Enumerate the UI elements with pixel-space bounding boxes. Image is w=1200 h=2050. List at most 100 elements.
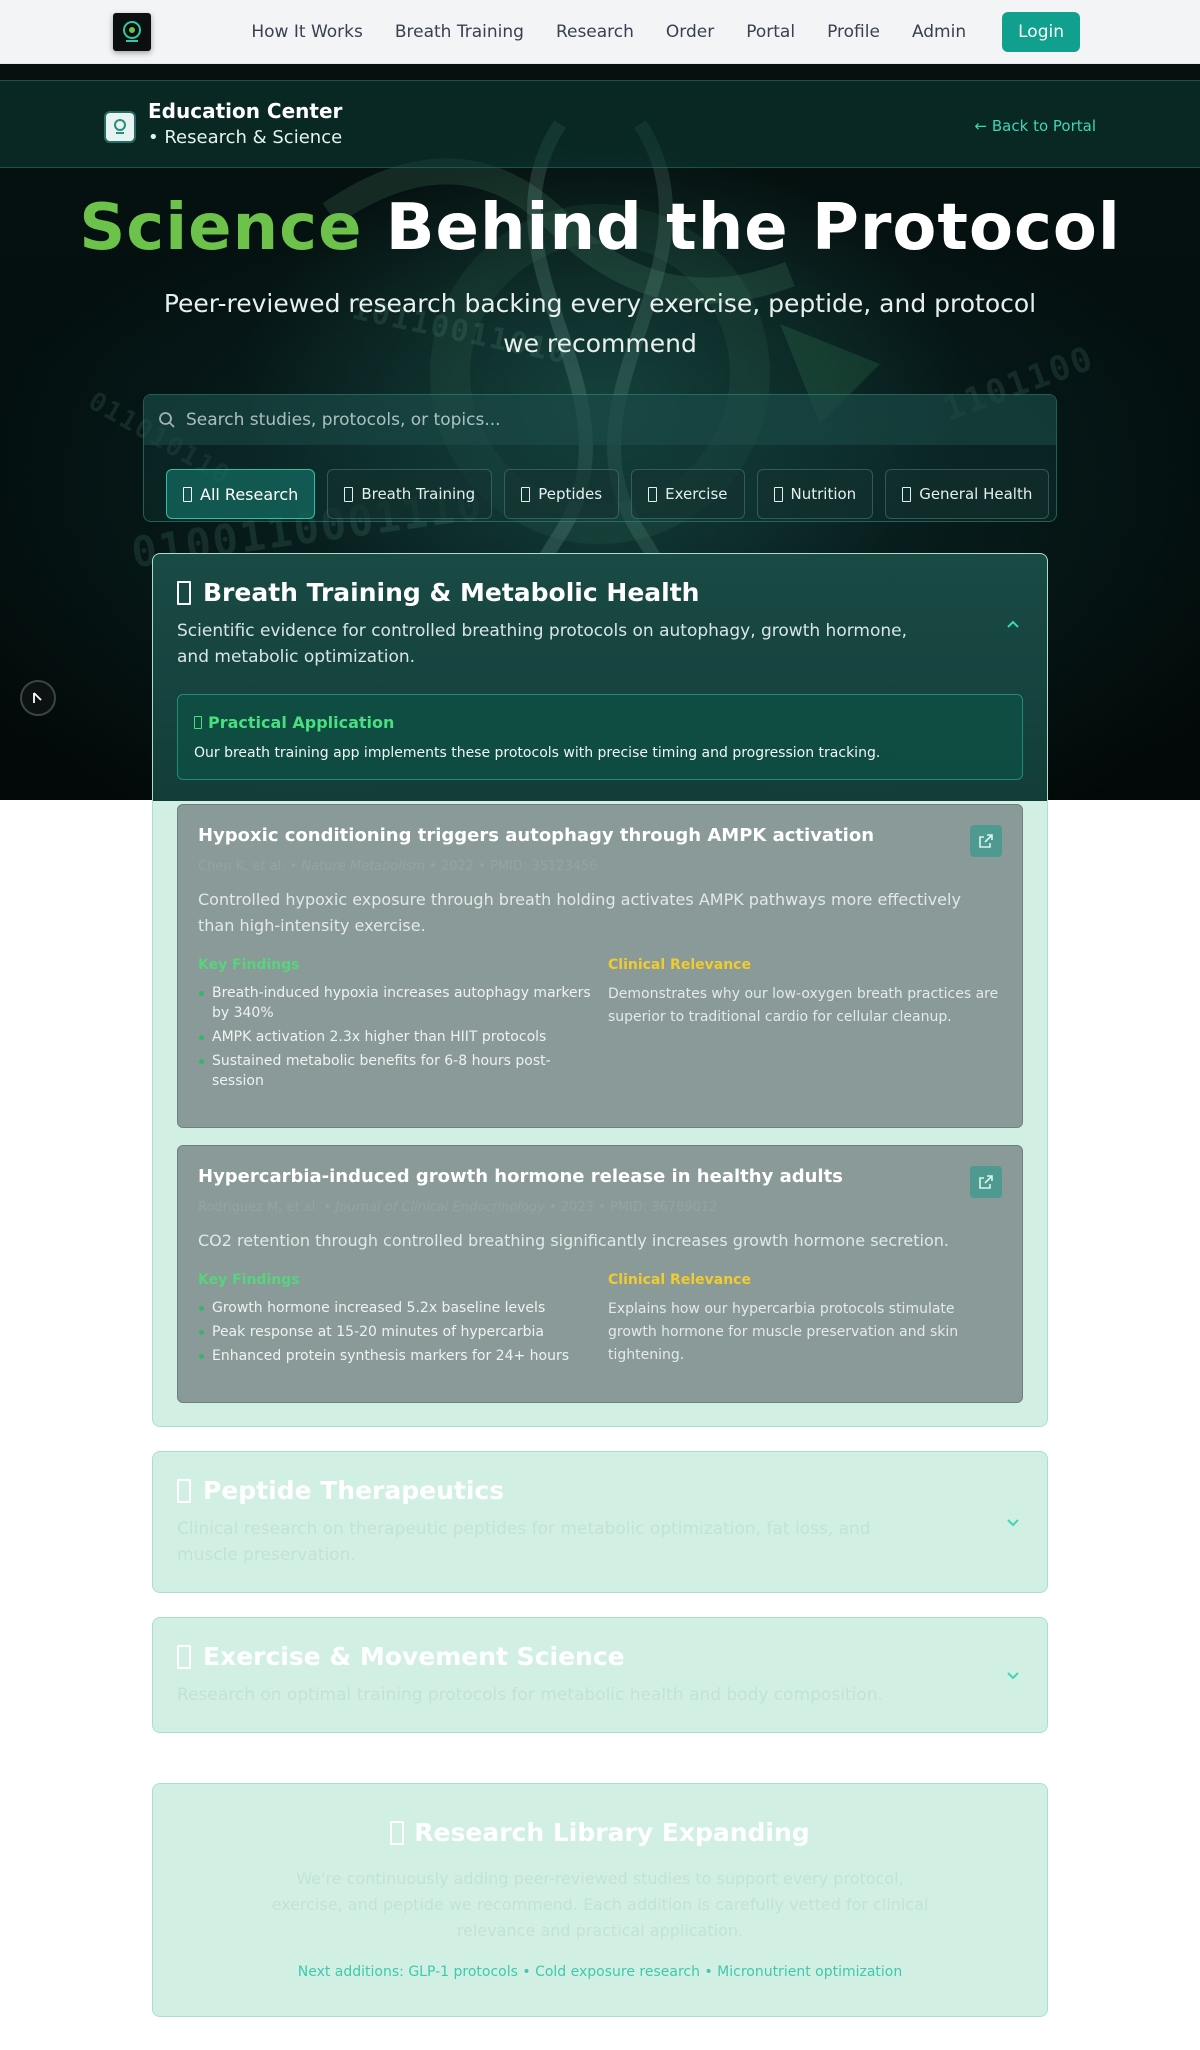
- nav-link-breath-training[interactable]: Breath Training: [395, 22, 524, 42]
- filter-label: Breath Training: [361, 485, 476, 503]
- practical-application-text: Our breath training app implements these…: [194, 745, 881, 761]
- filter-label: Nutrition: [790, 485, 857, 503]
- study-citation: Chen K, et al. • Nature Metabolism • 202…: [198, 859, 598, 874]
- breath-training-icon: [344, 486, 354, 502]
- nutrition-icon: [773, 486, 783, 502]
- chevron-down-icon[interactable]: [1005, 1668, 1021, 1684]
- filter-general-health[interactable]: General Health: [885, 469, 1050, 519]
- section-header[interactable]: Breath Training & Metabolic Health Scien…: [153, 554, 1047, 801]
- nav-link-order[interactable]: Order: [666, 22, 714, 42]
- chevron-up-icon[interactable]: [1005, 616, 1021, 632]
- search-filter-panel: All Research Breath Training Peptides Ex…: [143, 394, 1057, 522]
- education-center-subtitle: • Research & Science: [148, 127, 343, 148]
- brain-logo-icon[interactable]: [113, 13, 151, 51]
- education-center-title: Education Center: [148, 99, 343, 123]
- breath-section-icon: [177, 580, 191, 605]
- section-title: Peptide Therapeutics: [177, 1476, 504, 1505]
- hero-title-accent: Science: [79, 191, 363, 265]
- filter-breath-training[interactable]: Breath Training: [327, 469, 493, 519]
- research-library-banner: Research Library Expanding We're continu…: [152, 1783, 1048, 2017]
- clinical-relevance-text: Explains how our hypercarbia protocols s…: [608, 1301, 959, 1363]
- section-title-text: Peptide Therapeutics: [203, 1476, 505, 1505]
- hero-subtitle: Peer-reviewed research backing every exe…: [163, 289, 1037, 358]
- chevron-down-icon[interactable]: [1005, 1515, 1021, 1531]
- section-peptide-therapeutics[interactable]: Peptide Therapeutics Clinical research o…: [152, 1451, 1048, 1593]
- section-title-text: Breath Training & Metabolic Health: [203, 578, 700, 607]
- hero-title-rest: Behind the Protocol: [362, 191, 1121, 265]
- all-research-icon: [183, 486, 192, 502]
- practical-application-box: Practical Application Our breath trainin…: [177, 694, 1023, 780]
- filter-exercise[interactable]: Exercise: [631, 469, 745, 519]
- login-button[interactable]: Login: [1002, 12, 1080, 52]
- section-title: Exercise & Movement Science: [177, 1642, 625, 1671]
- nav-link-how-it-works[interactable]: How It Works: [251, 22, 362, 42]
- finding-item: Growth hormone increased 5.2x baseline l…: [198, 1298, 598, 1318]
- exercise-icon: [648, 486, 658, 502]
- study-card: Hypercarbia-induced growth hormone relea…: [177, 1145, 1023, 1403]
- external-link-button[interactable]: [970, 1166, 1002, 1198]
- nav-link-profile[interactable]: Profile: [827, 22, 880, 42]
- section-title-text: Exercise & Movement Science: [203, 1642, 625, 1671]
- study-citation: Rodriguez M, et al. • Journal of Clinica…: [198, 1200, 718, 1215]
- study-journal: Journal of Clinical Endocrinology: [335, 1200, 545, 1215]
- finding-item: Enhanced protein synthesis markers for 2…: [198, 1346, 598, 1366]
- key-findings-label: Key Findings: [198, 957, 300, 973]
- search-icon: [159, 412, 175, 428]
- books-icon: [390, 1820, 405, 1845]
- finding-item: Breath-induced hypoxia increases autopha…: [198, 983, 598, 1023]
- section-exercise-movement[interactable]: Exercise & Movement Science Research on …: [152, 1617, 1048, 1733]
- library-title: Research Library Expanding: [153, 1818, 1047, 1847]
- study-authors: Rodriguez M, et al.: [198, 1200, 320, 1215]
- filter-peptides[interactable]: Peptides: [504, 469, 620, 519]
- back-to-portal-link[interactable]: ← Back to Portal: [975, 117, 1096, 135]
- education-center-icon: [104, 111, 136, 143]
- peptide-section-icon: [177, 1478, 191, 1503]
- section-description: Clinical research on therapeutic peptide…: [177, 1519, 871, 1565]
- external-link-button[interactable]: [970, 825, 1002, 857]
- key-findings-label: Key Findings: [198, 1272, 300, 1288]
- clinical-relevance-label: Clinical Relevance: [608, 957, 751, 973]
- exercise-section-icon: [177, 1644, 191, 1669]
- filter-label: General Health: [919, 485, 1033, 503]
- library-next-additions: Next additions: GLP-1 protocols • Cold e…: [297, 1964, 903, 1980]
- clinical-relevance-text: Demonstrates why our low-oxygen breath p…: [608, 986, 999, 1025]
- search-bar: [144, 395, 1056, 445]
- nav-link-admin[interactable]: Admin: [912, 22, 966, 42]
- library-text: We're continuously adding peer-reviewed …: [271, 1869, 929, 1940]
- study-title: Hypercarbia-induced growth hormone relea…: [198, 1166, 843, 1187]
- external-link-icon: [979, 1175, 993, 1189]
- study-authors: Chen K, et al.: [198, 859, 286, 874]
- section-description: Research on optimal training protocols f…: [177, 1685, 883, 1705]
- filter-chips: All Research Breath Training Peptides Ex…: [166, 469, 1050, 519]
- practical-title-text: Practical Application: [208, 713, 395, 732]
- study-abstract: CO2 retention through controlled breathi…: [198, 1231, 949, 1250]
- library-title-text: Research Library Expanding: [414, 1818, 810, 1847]
- key-findings-list: Growth hormone increased 5.2x baseline l…: [198, 1298, 598, 1370]
- lightbulb-icon: [194, 716, 202, 729]
- study-card: Hypoxic conditioning triggers autophagy …: [177, 804, 1023, 1128]
- study-meta: • 2022 • PMID: 35123456: [429, 859, 598, 874]
- filter-label: Exercise: [665, 485, 728, 503]
- finding-item: AMPK activation 2.3x higher than HIIT pr…: [198, 1027, 598, 1047]
- nav-link-portal[interactable]: Portal: [746, 22, 795, 42]
- peptides-icon: [521, 486, 531, 502]
- filter-label: Peptides: [538, 485, 603, 503]
- search-input[interactable]: [186, 405, 1026, 435]
- education-center-bar: Education Center • Research & Science ← …: [0, 80, 1200, 168]
- study-title: Hypoxic conditioning triggers autophagy …: [198, 825, 875, 846]
- practical-application-title: Practical Application: [194, 713, 394, 732]
- section-title: Breath Training & Metabolic Health: [177, 578, 699, 607]
- key-findings-list: Breath-induced hypoxia increases autopha…: [198, 983, 598, 1095]
- section-description: Scientific evidence for controlled breat…: [177, 621, 908, 667]
- external-link-icon: [979, 834, 993, 848]
- filter-all-research[interactable]: All Research: [166, 469, 316, 519]
- general-health-icon: [902, 486, 912, 502]
- cursor-arrow-icon[interactable]: [20, 680, 56, 716]
- study-abstract: Controlled hypoxic exposure through brea…: [198, 890, 961, 935]
- top-nav: How It Works Breath Training Research Or…: [0, 0, 1200, 64]
- filter-label: All Research: [200, 484, 299, 504]
- nav-link-research[interactable]: Research: [556, 22, 634, 42]
- clinical-relevance-label: Clinical Relevance: [608, 1272, 751, 1288]
- hero-title: Science Behind the Protocol: [0, 191, 1200, 265]
- filter-nutrition[interactable]: Nutrition: [756, 469, 874, 519]
